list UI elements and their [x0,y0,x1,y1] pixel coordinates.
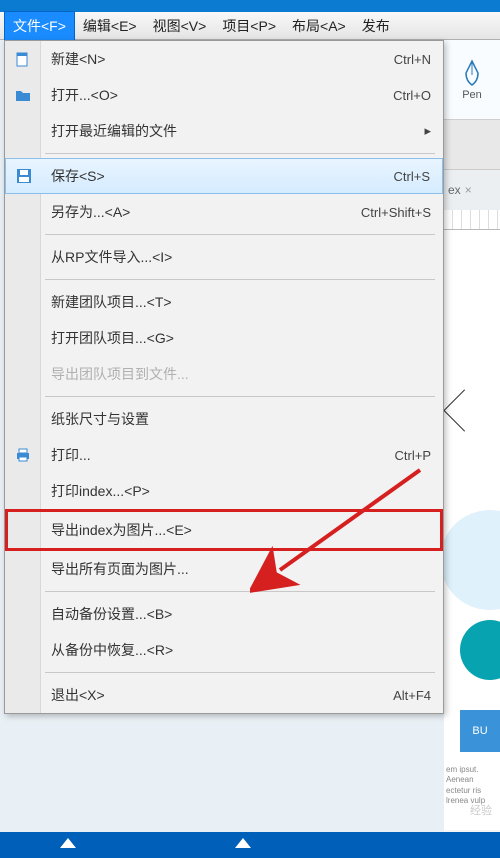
bottom-bar [0,832,500,858]
menu-label: 导出团队项目到文件... [51,364,431,384]
menu-item-page-setup[interactable]: 纸张尺寸与设置 [5,401,443,437]
menu-shortcut: Ctrl+O [393,88,431,103]
menu-item-open-team[interactable]: 打开团队项目...<G> [5,320,443,356]
watermark: 经验 [470,802,492,818]
menu-label: 打开最近编辑的文件 [51,121,424,141]
menu-item-print-index[interactable]: 打印index...<P> [5,473,443,509]
menu-label: 退出<X> [51,685,393,705]
menu-item-save-as[interactable]: 另存为...<A> Ctrl+Shift+S [5,194,443,230]
menu-label: 打开...<O> [51,85,393,105]
menu-label: 自动备份设置...<B> [51,604,431,624]
menu-project[interactable]: 项目<P> [214,12,284,40]
menu-view[interactable]: 视图<V> [145,12,215,40]
close-icon[interactable]: × [465,183,472,197]
menu-item-export-team: 导出团队项目到文件... [5,356,443,392]
menu-label: 新建团队项目...<T> [51,292,431,312]
canvas-area[interactable]: BU em ipsut. Aenean ectetur ris lrenea v… [444,230,500,830]
canvas-button[interactable]: BU [460,710,500,752]
right-pane: Pen ex × BU em ipsut. Aenean ectetur ris… [444,40,500,858]
menu-file[interactable]: 文件<F> [4,11,75,41]
menu-item-open-recent[interactable]: 打开最近编辑的文件 ▸ [5,113,443,149]
pen-icon [460,59,484,87]
ruler [444,210,500,230]
menu-item-restore-backup[interactable]: 从备份中恢复...<R> [5,632,443,668]
pen-tool[interactable]: Pen [444,40,500,120]
new-file-icon [13,49,33,69]
menu-item-export-all-images[interactable]: 导出所有页面为图片... [5,551,443,587]
menu-separator [45,153,435,154]
menu-label: 从RP文件导入...<I> [51,247,431,267]
canvas-text: em ipsut. Aenean ectetur ris lrenea vulp [446,765,498,807]
pen-tool-label: Pen [462,89,482,101]
print-icon [13,445,33,465]
menu-shortcut: Ctrl+N [394,52,431,67]
menu-label: 保存<S> [51,166,394,186]
menu-label: 新建<N> [51,49,394,69]
menu-separator [45,672,435,673]
menu-item-new-team[interactable]: 新建团队项目...<T> [5,284,443,320]
menu-label: 打开团队项目...<G> [51,328,431,348]
menu-separator [45,279,435,280]
menu-item-import-rp[interactable]: 从RP文件导入...<I> [5,239,443,275]
window-title-bar [0,0,500,12]
menu-item-export-index-image[interactable]: 导出index为图片...<E> [5,509,443,551]
menu-label: 导出index为图片...<E> [51,520,428,540]
canvas-shape-circle [460,620,500,680]
menu-label: 从备份中恢复...<R> [51,640,431,660]
menu-item-print[interactable]: 打印... Ctrl+P [5,437,443,473]
canvas-shape-line [444,289,465,431]
submenu-arrow-icon: ▸ [424,123,431,139]
menu-separator [45,396,435,397]
pane-strip [444,120,500,170]
canvas-shape-circle [444,510,500,610]
file-menu-dropdown: 新建<N> Ctrl+N 打开...<O> Ctrl+O 打开最近编辑的文件 ▸… [4,40,444,714]
menu-item-auto-backup[interactable]: 自动备份设置...<B> [5,596,443,632]
menu-separator [45,234,435,235]
menu-label: 另存为...<A> [51,202,361,222]
menu-label: 纸张尺寸与设置 [51,409,431,429]
tab-label: ex [448,183,461,197]
save-icon [14,166,34,186]
menu-item-exit[interactable]: 退出<X> Alt+F4 [5,677,443,713]
folder-open-icon [13,85,33,105]
menu-shortcut: Ctrl+S [394,169,430,184]
menu-item-new[interactable]: 新建<N> Ctrl+N [5,41,443,77]
menu-label: 打印index...<P> [51,481,431,501]
menu-shortcut: Ctrl+P [395,448,431,463]
menu-edit[interactable]: 编辑<E> [75,12,145,40]
menu-label: 打印... [51,445,395,465]
menu-item-open[interactable]: 打开...<O> Ctrl+O [5,77,443,113]
menu-item-save[interactable]: 保存<S> Ctrl+S [5,158,443,194]
menu-layout[interactable]: 布局<A> [284,12,354,40]
menu-publish[interactable]: 发布 [354,12,398,40]
menu-shortcut: Alt+F4 [393,688,431,703]
menu-bar: 文件<F> 编辑<E> 视图<V> 项目<P> 布局<A> 发布 [0,12,500,40]
menu-separator [45,591,435,592]
canvas-shape-line [444,389,465,531]
document-tab[interactable]: ex × [444,170,500,210]
menu-label: 导出所有页面为图片... [51,559,431,579]
menu-shortcut: Ctrl+Shift+S [361,205,431,220]
